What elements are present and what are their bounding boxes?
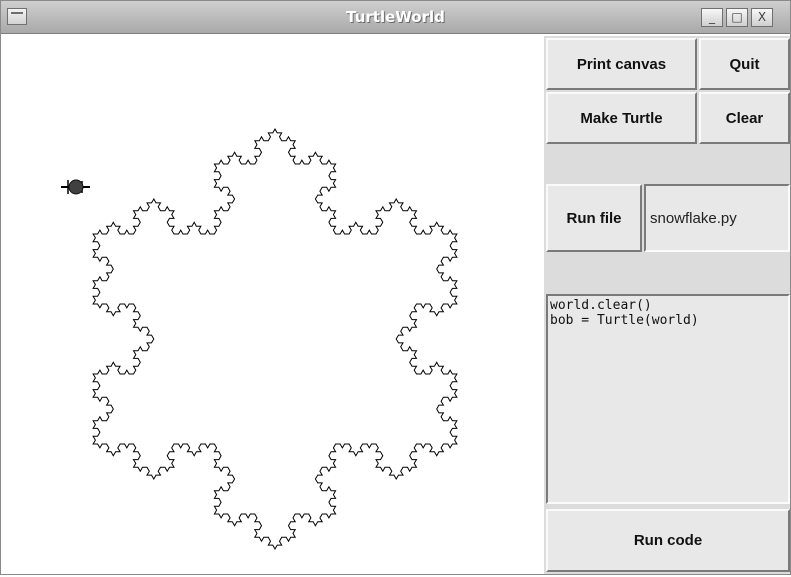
run-code-button[interactable]: Run code xyxy=(546,509,790,572)
make-turtle-button[interactable]: Make Turtle xyxy=(546,92,697,144)
koch-snowflake-drawing xyxy=(92,127,458,551)
minimize-button[interactable]: _ xyxy=(701,8,723,27)
window-title: TurtleWorld xyxy=(346,8,445,26)
turtle-icon xyxy=(61,179,90,195)
clear-button[interactable]: Clear xyxy=(699,92,790,144)
title-bar[interactable]: TurtleWorld _ □ X xyxy=(1,1,790,34)
close-button[interactable]: X xyxy=(751,8,773,27)
filename-input[interactable] xyxy=(644,184,790,252)
drawing-canvas[interactable] xyxy=(5,37,543,573)
print-canvas-button[interactable]: Print canvas xyxy=(546,38,697,90)
code-editor[interactable]: world.clear() bob = Turtle(world) xyxy=(546,294,790,504)
control-panel: Print canvas Quit Make Turtle Clear Run … xyxy=(544,36,790,574)
canvas-svg xyxy=(61,127,458,551)
maximize-button[interactable]: □ xyxy=(726,8,748,27)
run-file-button[interactable]: Run file xyxy=(546,184,642,252)
quit-button[interactable]: Quit xyxy=(699,38,790,90)
turtleworld-window: TurtleWorld _ □ X Print canvas Quit Make… xyxy=(0,0,791,575)
